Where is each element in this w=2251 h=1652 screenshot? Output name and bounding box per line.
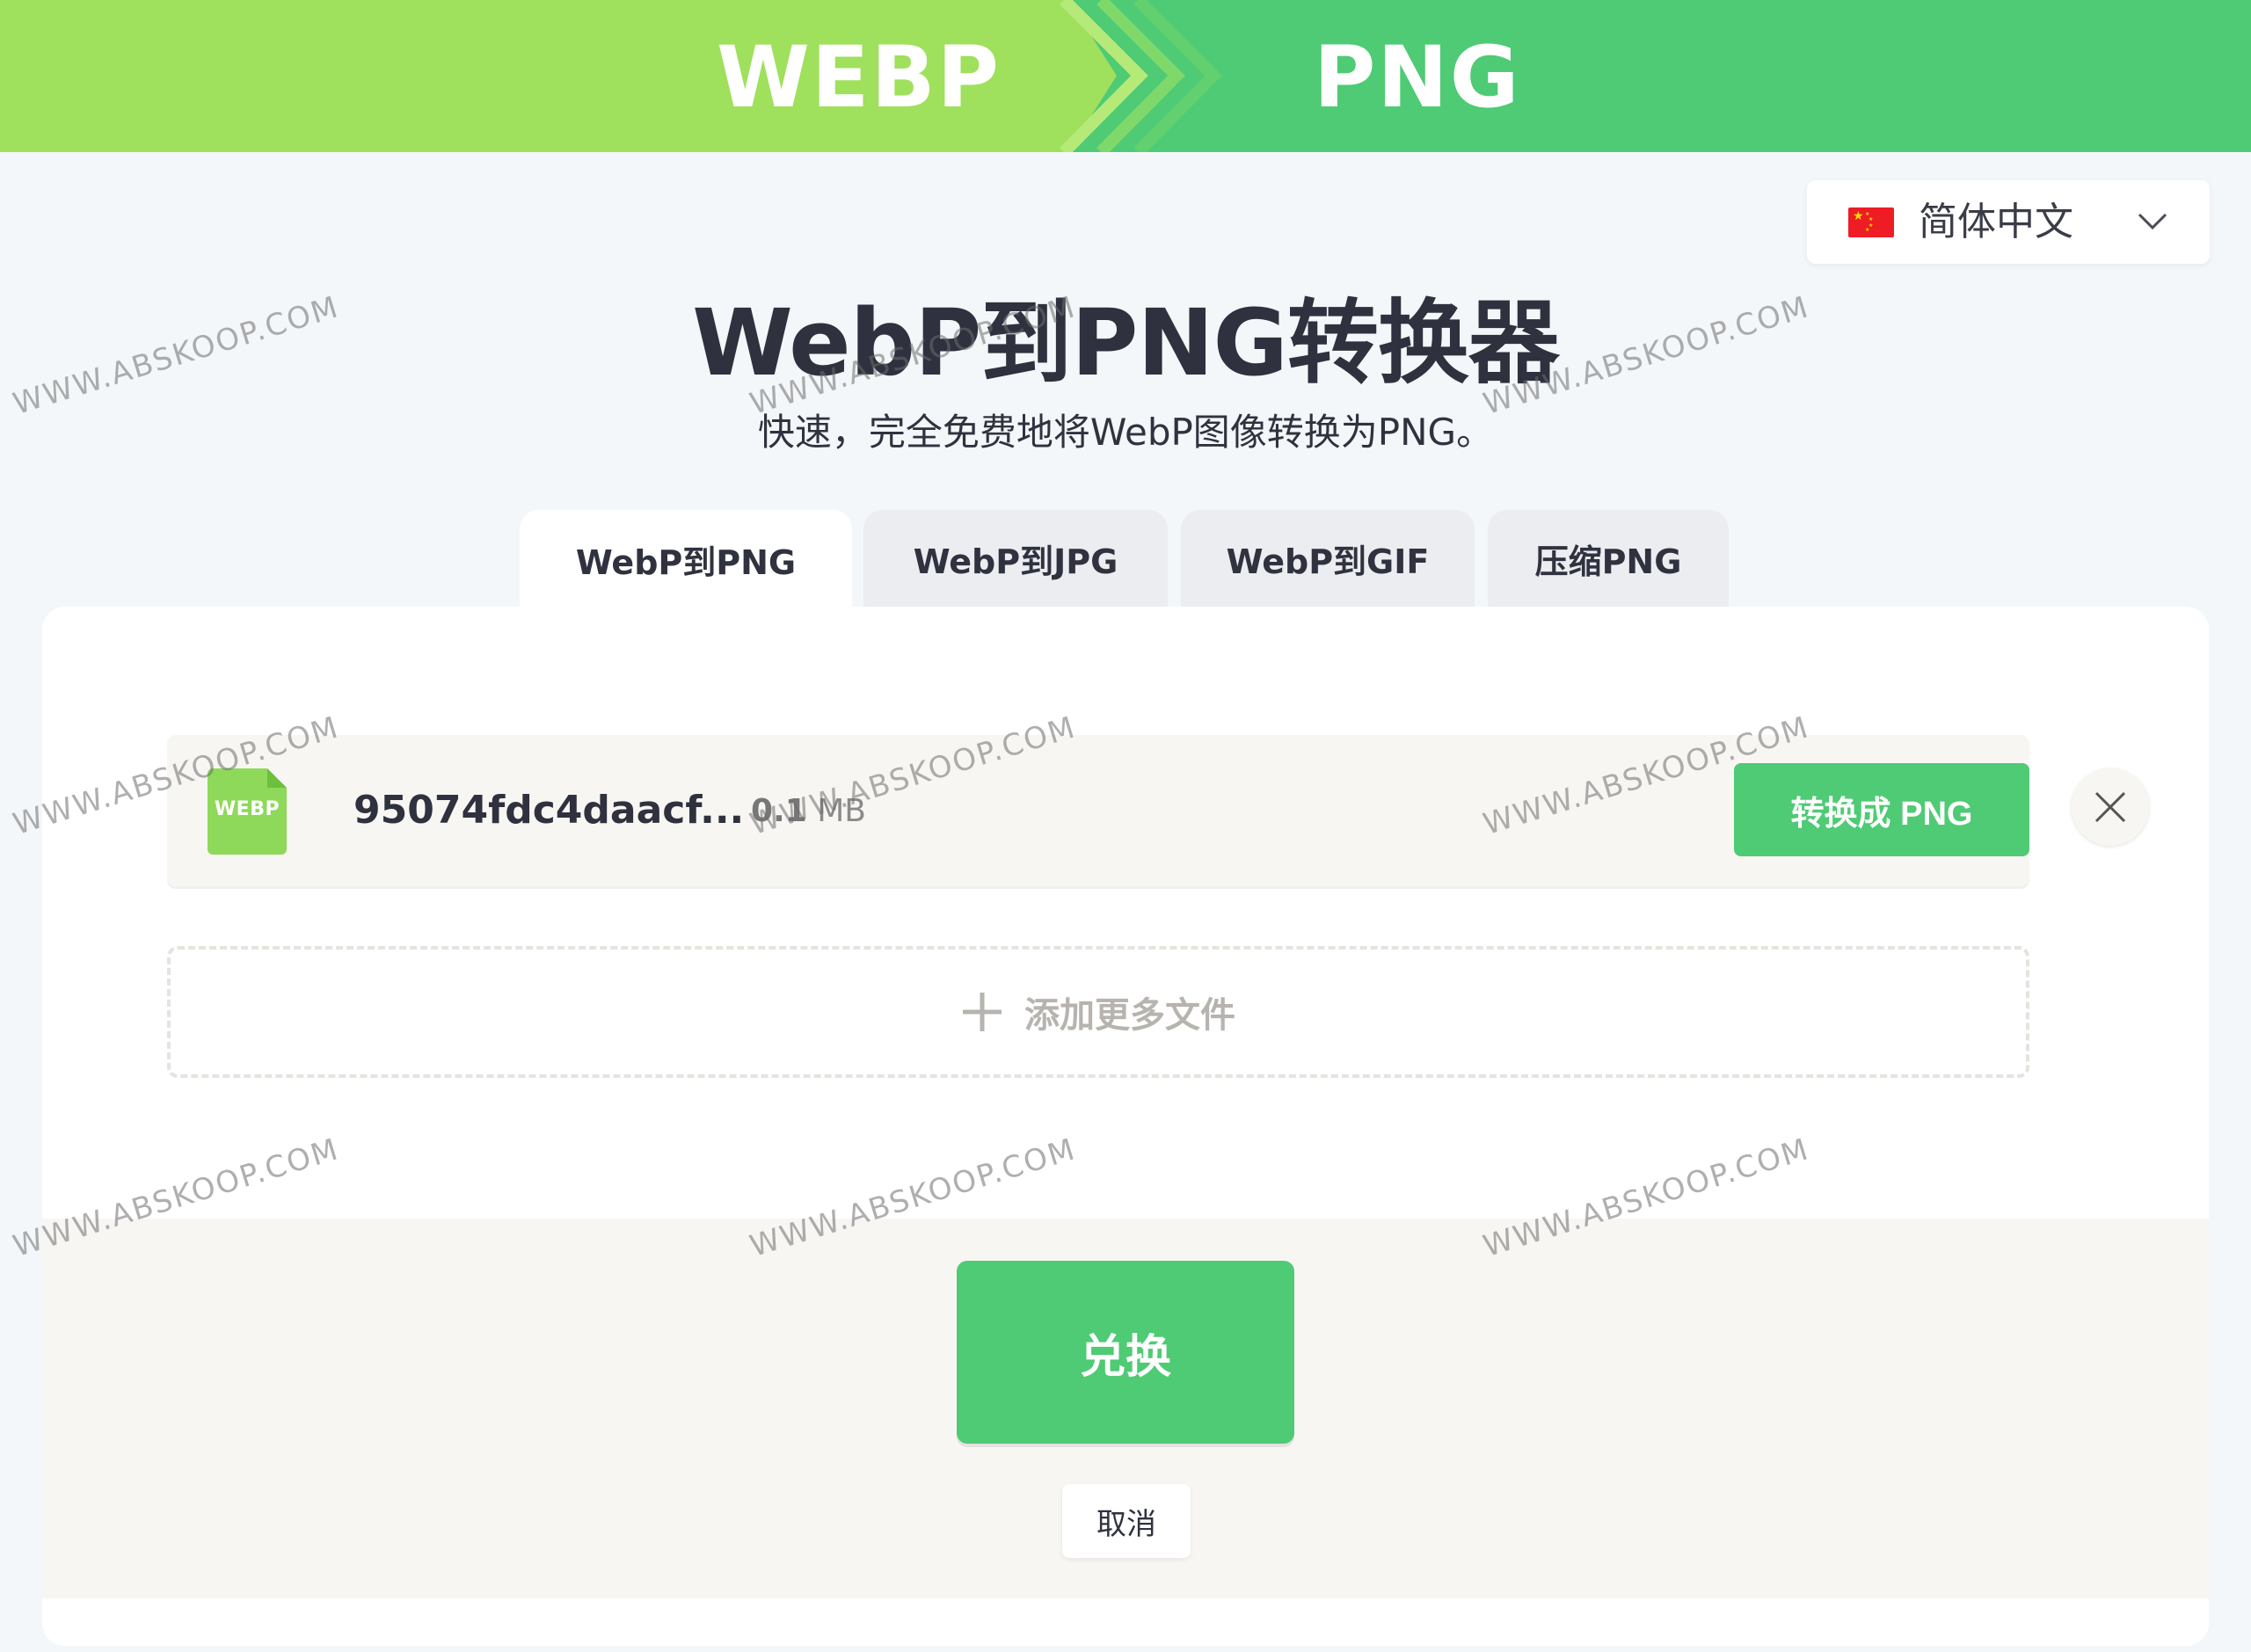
- close-icon: [2094, 791, 2126, 823]
- add-more-label: 添加更多文件: [1024, 995, 1235, 1036]
- tab-webp-to-gif[interactable]: WebP到GIF: [1181, 510, 1475, 607]
- chevron-down-icon: [2138, 213, 2167, 230]
- tab-webp-to-png[interactable]: WebP到PNG: [520, 510, 852, 608]
- language-label: 简体中文: [1919, 200, 2073, 244]
- plus-icon: [963, 993, 1002, 1031]
- source-format-label: WEBP: [717, 28, 1001, 127]
- page: WEBP PNG ★ ★ ★ ★ ★ 简体中文 WebP到PNG转换器 快速，完…: [0, 0, 2251, 1652]
- convert-button[interactable]: 兑换: [957, 1261, 1294, 1444]
- remove-file-button[interactable]: [2072, 768, 2149, 846]
- file-size-value: 0.1: [751, 793, 807, 829]
- file-size-unit: MB: [817, 793, 866, 829]
- converter-card: WEBP 95074fdc4daacf... 0.1 MB 转换成 PNG 添加…: [42, 607, 2209, 1646]
- china-flag-icon: ★ ★ ★ ★ ★: [1848, 207, 1894, 237]
- chevron-arrows-icon: [1060, 0, 1222, 152]
- file-row: WEBP 95074fdc4daacf... 0.1 MB 转换成 PNG: [167, 735, 2029, 886]
- add-more-files-button[interactable]: 添加更多文件: [167, 946, 2029, 1078]
- file-name: 95074fdc4daacf...: [353, 788, 745, 833]
- file-size: 0.1 MB: [751, 790, 866, 833]
- file-type-badge: WEBP: [214, 798, 280, 820]
- cancel-button[interactable]: 取消: [1062, 1484, 1191, 1558]
- page-subtitle: 快速，完全免费地将WebP图像转换为PNG。: [757, 411, 1494, 454]
- language-selector[interactable]: ★ ★ ★ ★ ★ 简体中文: [1807, 180, 2210, 264]
- add-more-content: 添加更多文件: [171, 950, 2026, 1074]
- page-title: WebP到PNG转换器: [692, 289, 1560, 397]
- tab-compress-png[interactable]: 压缩PNG: [1488, 510, 1729, 607]
- target-format-label: PNG: [1314, 28, 1521, 127]
- format-banner: WEBP PNG: [0, 0, 2251, 152]
- file-icon-fold: [267, 768, 287, 788]
- convert-to-png-button[interactable]: 转换成 PNG: [1734, 763, 2029, 856]
- tab-webp-to-jpg[interactable]: WebP到JPG: [863, 510, 1168, 607]
